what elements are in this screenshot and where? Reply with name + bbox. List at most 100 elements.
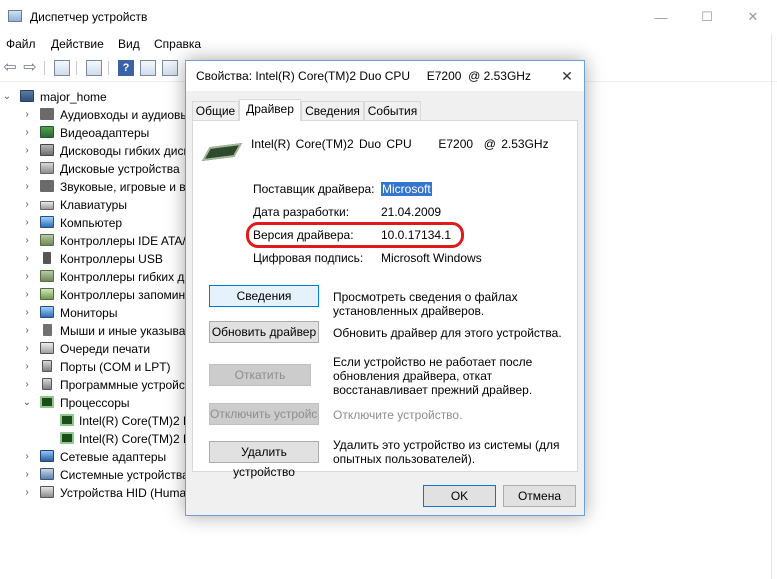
monitor-toolbar-icon[interactable] (162, 60, 178, 76)
chevron-right-icon[interactable]: › (22, 307, 32, 318)
system-device-icon (40, 468, 54, 480)
close-button[interactable]: ✕ (730, 0, 776, 34)
chevron-right-icon[interactable]: › (22, 361, 32, 372)
tab-details[interactable]: Сведения (301, 101, 364, 120)
tree-item[interactable]: › Порты (COM и LPT) (0, 358, 190, 376)
chevron-right-icon[interactable]: › (22, 199, 32, 210)
cpu-icon (201, 142, 243, 162)
tree-child-item[interactable]: Intel(R) Core(TM)2 Duo CPU (0, 430, 190, 448)
tree-item[interactable]: › Дисковые устройства (0, 160, 190, 178)
menu-view[interactable]: Вид (118, 37, 140, 51)
driver-details-button[interactable]: Сведения (209, 285, 319, 307)
tree-item[interactable]: › Мыши и иные указывающие устройства (0, 322, 190, 340)
chevron-right-icon[interactable]: › (22, 469, 32, 480)
chevron-right-icon[interactable]: › (22, 451, 32, 462)
tree-item-label: Системные устройства (60, 468, 189, 482)
tree-item[interactable]: › Очереди печати (0, 340, 190, 358)
tree-item[interactable]: › Системные устройства (0, 466, 190, 484)
tree-item[interactable]: › Контроллеры гибких дисков (0, 268, 190, 286)
uninstall-device-desc: Удалить это устройство из системы (для о… (333, 438, 560, 466)
chevron-right-icon[interactable]: › (22, 289, 32, 300)
tree-item-label: Видеоадаптеры (60, 126, 150, 140)
window-title: Диспетчер устройств (30, 10, 148, 24)
tree-item[interactable]: › Дисководы гибких дисков (0, 142, 190, 160)
floppy-drive-icon (40, 144, 54, 156)
chevron-right-icon[interactable]: › (22, 379, 32, 390)
tree-item[interactable]: › Звуковые, игровые и видеоустройства (0, 178, 190, 196)
chevron-right-icon[interactable]: › (22, 145, 32, 156)
cancel-button[interactable]: Отмена (503, 485, 576, 507)
disk-drive-icon (40, 162, 54, 174)
chevron-down-icon[interactable]: ⌄ (22, 397, 32, 408)
chevron-right-icon[interactable]: › (22, 235, 32, 246)
chevron-right-icon[interactable]: › (22, 325, 32, 336)
forward-arrow-icon[interactable]: ⇨ (22, 60, 38, 76)
maximize-button[interactable]: ☐ (684, 0, 730, 34)
minimize-button[interactable]: — (638, 0, 684, 34)
chevron-down-icon[interactable]: ⌄ (2, 91, 12, 102)
tree-item-label: Клавиатуры (60, 198, 127, 212)
list-view-icon[interactable] (86, 60, 102, 76)
tree-item-label: Аудиовходы и аудиовыходы (60, 108, 190, 122)
tree-item[interactable]: › Клавиатуры (0, 196, 190, 214)
roll-back-driver-button[interactable]: Откатить (209, 364, 311, 386)
chevron-right-icon[interactable]: › (22, 253, 32, 264)
tree-root[interactable]: ⌄ major_home (0, 88, 190, 106)
toolbar-separator (108, 61, 109, 75)
chevron-right-icon[interactable]: › (22, 109, 32, 120)
tree-item[interactable]: › Программные устройства (0, 376, 190, 394)
menu-help[interactable]: Справка (154, 37, 201, 51)
driver-date-label: Дата разработки: (253, 205, 350, 219)
tree-item[interactable]: › Сетевые адаптеры (0, 448, 190, 466)
tree-item-label: Процессоры (60, 396, 130, 410)
tree-item[interactable]: › Мониторы (0, 304, 190, 322)
tab-driver[interactable]: Драйвер (239, 99, 301, 121)
tree-item-processors[interactable]: ⌄ Процессоры (0, 394, 190, 412)
tree-item-label: Контроллеры IDE ATA/ATAPI (60, 234, 190, 248)
tree-item-label: Программные устройства (60, 378, 190, 392)
port-icon (42, 360, 52, 372)
uninstall-device-button[interactable]: Удалить устройство (209, 441, 319, 479)
tree-item-label: Дисковые устройства (60, 162, 180, 176)
menu-action[interactable]: Действие (51, 37, 104, 51)
chevron-right-icon[interactable]: › (22, 343, 32, 354)
tree-item[interactable]: › Видеоадаптеры (0, 124, 190, 142)
chevron-right-icon[interactable]: › (22, 217, 32, 228)
toolbar-separator (44, 61, 45, 75)
tree-item[interactable]: › Компьютер (0, 214, 190, 232)
update-driver-button[interactable]: Обновить драйвер (209, 321, 319, 343)
tab-general[interactable]: Общие (192, 101, 239, 120)
chevron-right-icon[interactable]: › (22, 271, 32, 282)
properties-icon[interactable] (54, 60, 70, 76)
dialog-close-button[interactable]: ✕ (550, 61, 584, 91)
tree-item[interactable]: › Контроллеры IDE ATA/ATAPI (0, 232, 190, 250)
tree-item[interactable]: › Устройства HID (Human Interface Device… (0, 484, 190, 502)
disable-device-button[interactable]: Отключить устройство (209, 403, 319, 425)
cpu-icon (60, 432, 74, 444)
update-driver-desc: Обновить драйвер для этого устройства. (333, 326, 562, 340)
tree-child-item[interactable]: Intel(R) Core(TM)2 Duo CPU (0, 412, 190, 430)
toolbar-separator (76, 61, 77, 75)
tab-events[interactable]: События (364, 101, 421, 120)
tree-item[interactable]: › Контроллеры USB (0, 250, 190, 268)
software-device-icon (42, 378, 52, 390)
chevron-right-icon[interactable]: › (22, 181, 32, 192)
tree-item-label: Мониторы (60, 306, 118, 320)
mouse-icon (43, 324, 52, 336)
chevron-right-icon[interactable]: › (22, 487, 32, 498)
chevron-right-icon[interactable]: › (22, 127, 32, 138)
tree-item-label: Контроллеры USB (60, 252, 163, 266)
back-arrow-icon[interactable]: ⇦ (2, 60, 18, 76)
hid-icon (40, 486, 54, 498)
help-icon[interactable]: ? (118, 60, 134, 76)
tree-item-label: Звуковые, игровые и видеоустройства (60, 180, 190, 194)
tree-item[interactable]: › Аудиовходы и аудиовыходы (0, 106, 190, 124)
ok-button[interactable]: OK (423, 485, 496, 507)
chevron-right-icon[interactable]: › (22, 163, 32, 174)
tree-item-label: Контроллеры запоминающих устройств (60, 288, 190, 302)
tree-item[interactable]: › Контроллеры запоминающих устройств (0, 286, 190, 304)
computer-icon (20, 90, 34, 102)
driver-version-label: Версия драйвера: (253, 228, 354, 242)
menu-file[interactable]: Файл (6, 37, 36, 51)
scan-hardware-icon[interactable] (140, 60, 156, 76)
